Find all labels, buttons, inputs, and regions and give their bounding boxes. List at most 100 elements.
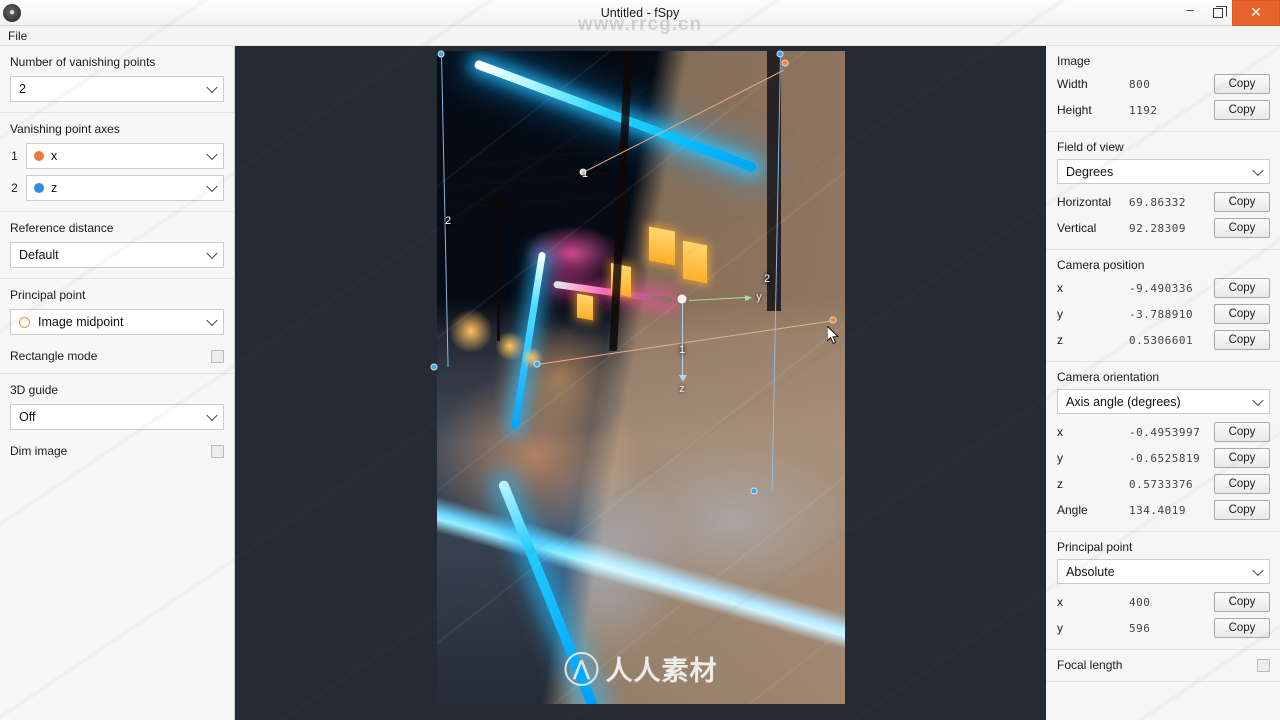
dim-image-label: Dim image xyxy=(10,444,68,458)
principal-point-right-label: Principal point xyxy=(1057,540,1133,554)
window-controls: – ✕ xyxy=(1176,0,1280,26)
app-logo-icon: ● xyxy=(3,3,21,22)
chevron-down-icon xyxy=(206,314,218,327)
rectangle-mode-checkbox[interactable] xyxy=(211,349,224,363)
right-parameters-panel: Image Width 800 Copy Height 1192 Copy Fi… xyxy=(1045,46,1280,720)
close-button[interactable]: ✕ xyxy=(1232,0,1280,26)
camera-position-label: Camera position xyxy=(1057,258,1145,272)
axes-label: Vanishing point axes xyxy=(10,122,120,136)
axis-select-2[interactable]: z xyxy=(26,175,224,201)
principal-point-x-row: x 400 Copy xyxy=(1057,590,1270,614)
principal-point-label: Principal point xyxy=(10,288,86,302)
camera-position-z-row: z 0.5306601 Copy xyxy=(1057,328,1270,352)
menu-item-file[interactable]: File xyxy=(0,26,35,46)
section-principal-point: Principal point Image midpoint Rectangle… xyxy=(0,279,234,374)
copy-camera-orientation-x-button[interactable]: Copy xyxy=(1214,422,1270,442)
camera-orientation-unit-select[interactable]: Axis angle (degrees) xyxy=(1057,389,1270,414)
copy-camera-orientation-y-button[interactable]: Copy xyxy=(1214,448,1270,468)
power-wire-decor xyxy=(437,171,612,189)
rectangle-mode-label: Rectangle mode xyxy=(10,349,98,363)
camera-orientation-y-row: y -0.6525819 Copy xyxy=(1057,446,1270,470)
camera-position-y-label: y xyxy=(1057,307,1063,321)
fov-vertical-row: Vertical 92.28309 Copy xyxy=(1057,216,1270,240)
axis-select-1[interactable]: x xyxy=(26,143,224,169)
photo-content: ⋀ 人人素材 xyxy=(437,51,845,704)
camera-orientation-label: Camera orientation xyxy=(1057,370,1160,384)
principal-point-x-value: 400 xyxy=(1129,595,1151,609)
maximize-button[interactable] xyxy=(1204,0,1232,26)
window-title: Untitled - fSpy xyxy=(600,5,680,20)
image-width-row: Width 800 Copy xyxy=(1057,72,1270,96)
image-width-value: 800 xyxy=(1129,77,1151,91)
dim-image-row[interactable]: Dim image xyxy=(10,444,224,458)
reference-distance-select[interactable]: Default xyxy=(10,242,224,268)
copy-image-height-button[interactable]: Copy xyxy=(1214,100,1270,120)
copy-camera-position-z-button[interactable]: Copy xyxy=(1214,330,1270,350)
minimize-button[interactable]: – xyxy=(1176,0,1204,26)
fov-vertical-label: Vertical xyxy=(1057,221,1097,235)
section-principal-point-right: Principal point Absolute x 400 Copy y 59… xyxy=(1046,532,1280,650)
power-wire-decor xyxy=(437,148,607,171)
copy-camera-orientation-z-button[interactable]: Copy xyxy=(1214,474,1270,494)
principal-point-mode-select[interactable]: Absolute xyxy=(1057,559,1270,584)
chevron-down-icon xyxy=(206,180,218,193)
copy-fov-vertical-button[interactable]: Copy xyxy=(1214,218,1270,238)
section-camera-position: Camera position x -9.490336 Copy y -3.78… xyxy=(1046,250,1280,362)
camera-position-y-row: y -3.788910 Copy xyxy=(1057,302,1270,326)
rectangle-mode-row[interactable]: Rectangle mode xyxy=(10,349,224,363)
source-photo[interactable]: ⋀ 人人素材 2 2 1 y z 1 xyxy=(430,50,845,704)
building-edge-decor xyxy=(609,51,633,351)
neon-ground-decor xyxy=(497,479,601,704)
axis-value-1: x xyxy=(51,149,58,163)
copy-fov-horizontal-button[interactable]: Copy xyxy=(1214,192,1270,212)
principal-point-value: Image midpoint xyxy=(38,315,124,329)
principal-point-y-row: y 596 Copy xyxy=(1057,616,1270,640)
dim-image-checkbox[interactable] xyxy=(211,444,224,458)
reference-distance-label: Reference distance xyxy=(10,221,114,235)
chevron-down-icon xyxy=(206,247,218,260)
fov-horizontal-label: Horizontal xyxy=(1057,195,1112,209)
rrsc-logo-text: 人人素材 xyxy=(605,656,718,686)
camera-position-z-label: z xyxy=(1057,333,1063,347)
copy-image-width-button[interactable]: Copy xyxy=(1214,74,1270,94)
radio-ring-icon xyxy=(19,316,30,328)
vanishing-points-select[interactable]: 2 xyxy=(10,76,224,102)
window-light-decor xyxy=(577,293,593,321)
reference-distance-value: Default xyxy=(19,248,59,262)
title-bar: ● Untitled - fSpy – ✕ xyxy=(0,0,1280,26)
axis-index-2: 2 xyxy=(11,181,18,195)
copy-camera-position-x-button[interactable]: Copy xyxy=(1214,278,1270,298)
fov-unit-select[interactable]: Degrees xyxy=(1057,159,1270,184)
image-height-row: Height 1192 Copy xyxy=(1057,98,1270,122)
guide-3d-select[interactable]: Off xyxy=(10,404,224,430)
image-canvas[interactable]: ⋀ 人人素材 2 2 1 y z 1 xyxy=(235,46,1045,720)
image-height-value: 1192 xyxy=(1129,103,1158,117)
chevron-down-icon xyxy=(206,409,218,422)
section-3d-guide: 3D guide Off Dim image xyxy=(0,374,234,468)
section-vanishing-points: Number of vanishing points 2 xyxy=(0,46,234,113)
power-wire-decor xyxy=(437,196,617,208)
utility-pole-decor xyxy=(481,219,517,222)
copy-camera-position-y-button[interactable]: Copy xyxy=(1214,304,1270,324)
focal-length-row[interactable]: Focal length xyxy=(1057,658,1270,672)
copy-principal-point-x-button[interactable]: Copy xyxy=(1214,592,1270,612)
guide-3d-label: 3D guide xyxy=(10,383,59,397)
principal-point-y-value: 596 xyxy=(1129,621,1151,635)
camera-orientation-x-label: x xyxy=(1057,425,1063,439)
axis-color-dot-z-icon xyxy=(34,183,44,193)
copy-camera-orientation-angle-button[interactable]: Copy xyxy=(1214,500,1270,520)
camera-orientation-angle-row: Angle 134.4019 Copy xyxy=(1057,498,1270,522)
chevron-down-icon xyxy=(1252,164,1264,176)
focal-length-checkbox[interactable] xyxy=(1257,658,1270,672)
principal-point-select[interactable]: Image midpoint xyxy=(10,309,224,335)
left-settings-panel: Number of vanishing points 2 Vanishing p… xyxy=(0,46,235,720)
copy-principal-point-y-button[interactable]: Copy xyxy=(1214,618,1270,638)
axis-row-2: 2 z xyxy=(10,175,224,201)
restore-icon xyxy=(1213,7,1223,18)
section-focal-length: Focal length xyxy=(1046,650,1280,682)
camera-orientation-angle-label: Angle xyxy=(1057,503,1088,517)
camera-orientation-z-value: 0.5733376 xyxy=(1129,477,1194,491)
section-vanishing-point-axes: Vanishing point axes 1 x 2 z xyxy=(0,113,234,212)
camera-orientation-unit-value: Axis angle (degrees) xyxy=(1066,394,1181,409)
axis-value-2: z xyxy=(51,181,58,195)
